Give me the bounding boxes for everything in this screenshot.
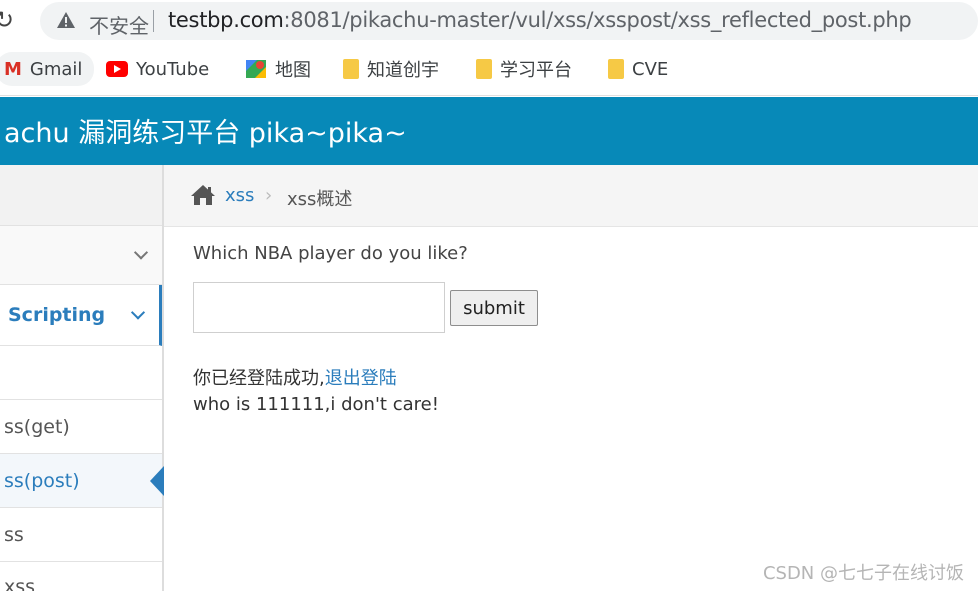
breadcrumb: xss › xss概述 xyxy=(164,165,978,227)
gmail-icon: M xyxy=(4,58,22,80)
sidebar: Scripting ss(get) ss(post) ss xss xyxy=(0,165,164,591)
sidebar-item-xss-post[interactable]: ss(post) xyxy=(0,454,164,508)
bookmark-label: 地图 xyxy=(275,60,311,81)
bookmark-folder-zhidao[interactable]: 知道创宇 xyxy=(343,54,439,84)
folder-icon xyxy=(608,59,624,79)
url-text[interactable]: testbp.com:8081/pikachu-master/vul/xss/x… xyxy=(168,8,912,32)
maps-icon xyxy=(246,60,266,78)
sidebar-category-xss[interactable]: Scripting xyxy=(0,285,162,346)
url-path: :8081/pikachu-master/vul/xss/xsspost/xss… xyxy=(283,8,912,32)
bookmark-folder-cve[interactable]: CVE xyxy=(608,54,668,84)
breadcrumb-link-xss[interactable]: xss xyxy=(225,185,254,206)
bookmark-label: Gmail xyxy=(29,58,83,80)
login-status-text: 你已经登陆成功, xyxy=(193,368,325,389)
main-content: Which NBA player do you like? submit 你已经… xyxy=(164,227,978,591)
sidebar-item-label: Scripting xyxy=(8,304,106,326)
sidebar-item-label: ss(post) xyxy=(4,469,80,492)
active-indicator xyxy=(150,466,164,496)
chevron-down-icon xyxy=(130,305,146,320)
omnibox-divider xyxy=(153,10,154,32)
folder-icon xyxy=(476,59,492,79)
sidebar-category-collapsed[interactable] xyxy=(0,226,162,285)
browser-toolbar: ↻ 不安全 testbp.com:8081/pikachu-master/vul… xyxy=(0,0,978,44)
watermark: CSDN @七七子在线讨饭 xyxy=(762,563,964,584)
bookmark-gmail[interactable]: M Gmail xyxy=(0,52,95,86)
login-status: 你已经登陆成功,退出登陆 xyxy=(193,364,397,390)
sidebar-item-next[interactable]: xss xyxy=(0,562,162,591)
sidebar-item-label: ss xyxy=(4,523,24,546)
bookmark-label: 学习平台 xyxy=(500,60,572,81)
address-bar[interactable]: 不安全 testbp.com:8081/pikachu-master/vul/x… xyxy=(40,2,978,40)
site-title[interactable]: achu 漏洞练习平台 pika~pika~ xyxy=(4,111,407,150)
home-icon[interactable] xyxy=(190,184,216,206)
question-label: Which NBA player do you like? xyxy=(193,243,468,264)
youtube-icon xyxy=(106,61,128,77)
bookmark-folder-study[interactable]: 学习平台 xyxy=(476,54,572,84)
result-text: who is 111111,i don't care! xyxy=(193,394,439,415)
site-header: achu 漏洞练习平台 pika~pika~ xyxy=(0,97,978,165)
bookmarks-bar: M Gmail YouTube 地图 知道创宇 学习平台 CVE xyxy=(0,44,978,96)
sidebar-item-top[interactable] xyxy=(0,165,162,226)
sidebar-item-xss-get[interactable]: ss(get) xyxy=(0,400,162,454)
player-input[interactable] xyxy=(193,282,445,333)
logout-link[interactable]: 退出登陆 xyxy=(325,368,397,389)
sidebar-item-label: xss xyxy=(4,576,36,591)
bookmark-maps[interactable]: 地图 xyxy=(245,54,311,84)
security-label[interactable]: 不安全 xyxy=(89,10,149,39)
submit-button[interactable]: submit xyxy=(450,290,538,326)
bookmark-label: CVE xyxy=(632,58,669,80)
breadcrumb-separator: › xyxy=(265,185,273,206)
chevron-down-icon xyxy=(133,245,149,260)
warning-triangle-icon[interactable] xyxy=(56,11,76,29)
bookmark-label: 知道创宇 xyxy=(367,60,439,81)
sidebar-item-label: ss(get) xyxy=(4,415,70,438)
sidebar-item-blank[interactable] xyxy=(0,346,162,400)
sidebar-item-xss[interactable]: ss xyxy=(0,508,162,562)
breadcrumb-current: xss概述 xyxy=(287,189,353,210)
url-host: testbp.com xyxy=(168,8,284,32)
folder-icon xyxy=(343,59,359,79)
reload-icon[interactable]: ↻ xyxy=(0,6,14,35)
bookmark-label: YouTube xyxy=(136,58,210,80)
bookmark-youtube[interactable]: YouTube xyxy=(106,54,209,84)
